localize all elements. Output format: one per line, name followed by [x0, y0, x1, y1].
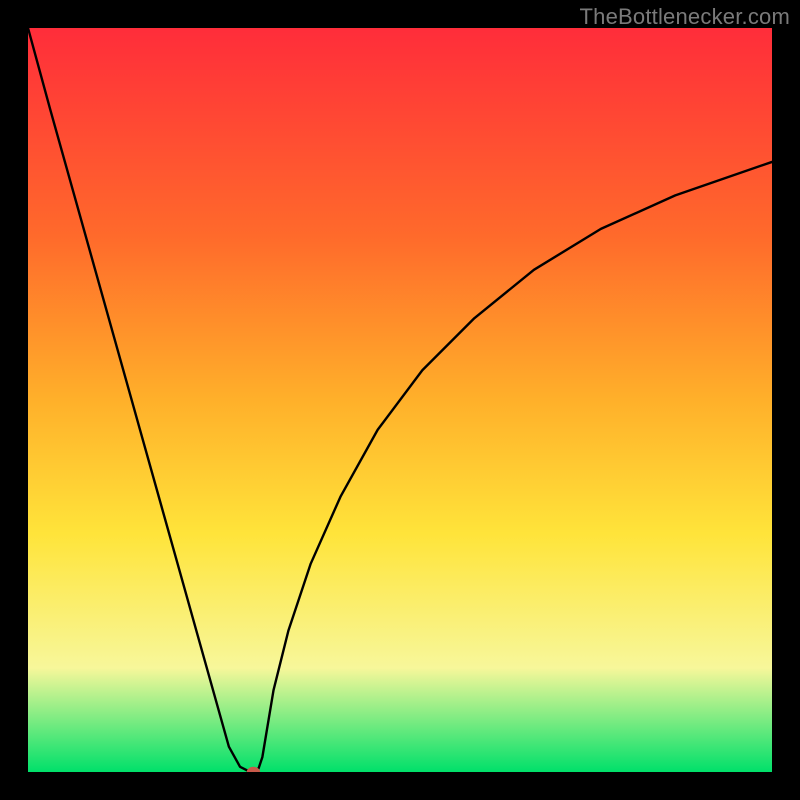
chart-frame: TheBottlenecker.com — [0, 0, 800, 800]
plot-svg — [28, 28, 772, 772]
plot-area — [28, 28, 772, 772]
attribution-text: TheBottlenecker.com — [580, 4, 790, 30]
